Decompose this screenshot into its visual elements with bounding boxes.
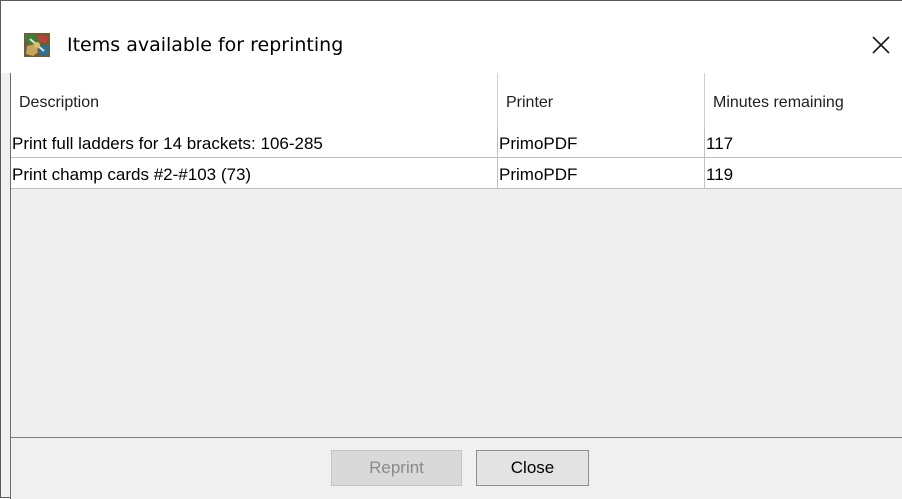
button-bar: Reprint Close [10,438,902,499]
cell-printer: PrimoPDF [498,127,705,157]
column-header-printer[interactable]: Printer [498,73,705,127]
cell-printer: PrimoPDF [498,158,705,188]
table-row[interactable]: Print champ cards #2-#103 (73) PrimoPDF … [11,158,902,189]
reprint-dialog: Items available for reprinting Descripti… [0,0,902,499]
table-header: Description Printer Minutes remaining [11,73,902,128]
table-row[interactable]: Print full ladders for 14 brackets: 106-… [11,127,902,158]
column-header-minutes-remaining[interactable]: Minutes remaining [705,73,902,127]
close-icon[interactable] [865,29,897,61]
cell-minutes-remaining: 119 [706,165,734,184]
dialog-title: Items available for reprinting [67,34,344,56]
column-header-description[interactable]: Description [11,73,498,127]
cell-minutes-remaining: 117 [706,134,734,153]
cell-description: Print champ cards #2-#103 (73) [11,158,498,188]
reprint-button[interactable]: Reprint [331,450,462,486]
reprint-items-table: Description Printer Minutes remaining Pr… [10,73,902,438]
close-button[interactable]: Close [476,450,589,486]
tournament-app-icon [24,33,50,57]
cell-description: Print full ladders for 14 brackets: 106-… [11,127,498,157]
title-bar: Items available for reprinting [1,1,902,73]
